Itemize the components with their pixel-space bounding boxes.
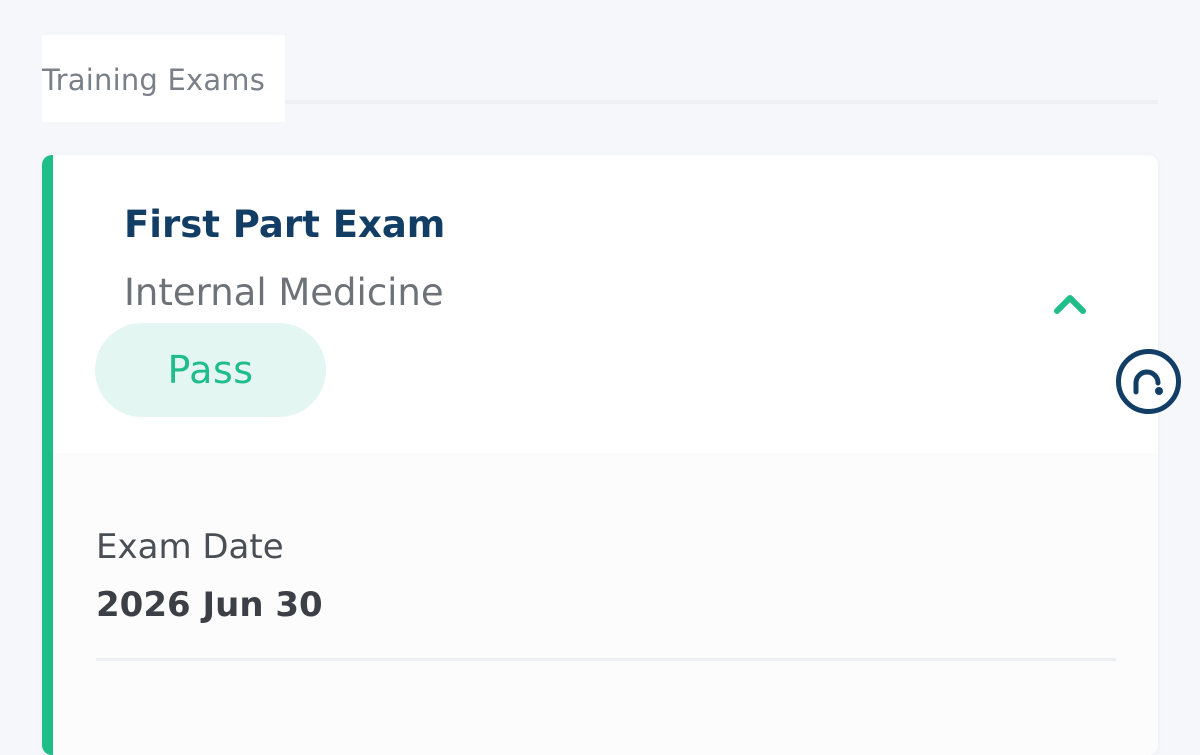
tab-label: Training Exams bbox=[42, 63, 266, 97]
tab-bar-divider bbox=[285, 100, 1158, 104]
exam-date-label: Exam Date bbox=[96, 527, 284, 567]
chevron-up-icon[interactable] bbox=[1053, 288, 1087, 318]
exam-specialty: Internal Medicine bbox=[124, 271, 444, 314]
tab-training-exams[interactable]: Training Exams bbox=[42, 35, 285, 122]
chat-help-icon[interactable] bbox=[1115, 348, 1182, 415]
status-badge: Pass bbox=[95, 323, 326, 417]
exam-title: First Part Exam bbox=[124, 203, 446, 246]
exam-card[interactable]: First Part Exam Internal Medicine Pass E… bbox=[42, 155, 1158, 755]
detail-divider bbox=[96, 658, 1116, 661]
exam-date-value: 2026 Jun 30 bbox=[96, 585, 323, 625]
